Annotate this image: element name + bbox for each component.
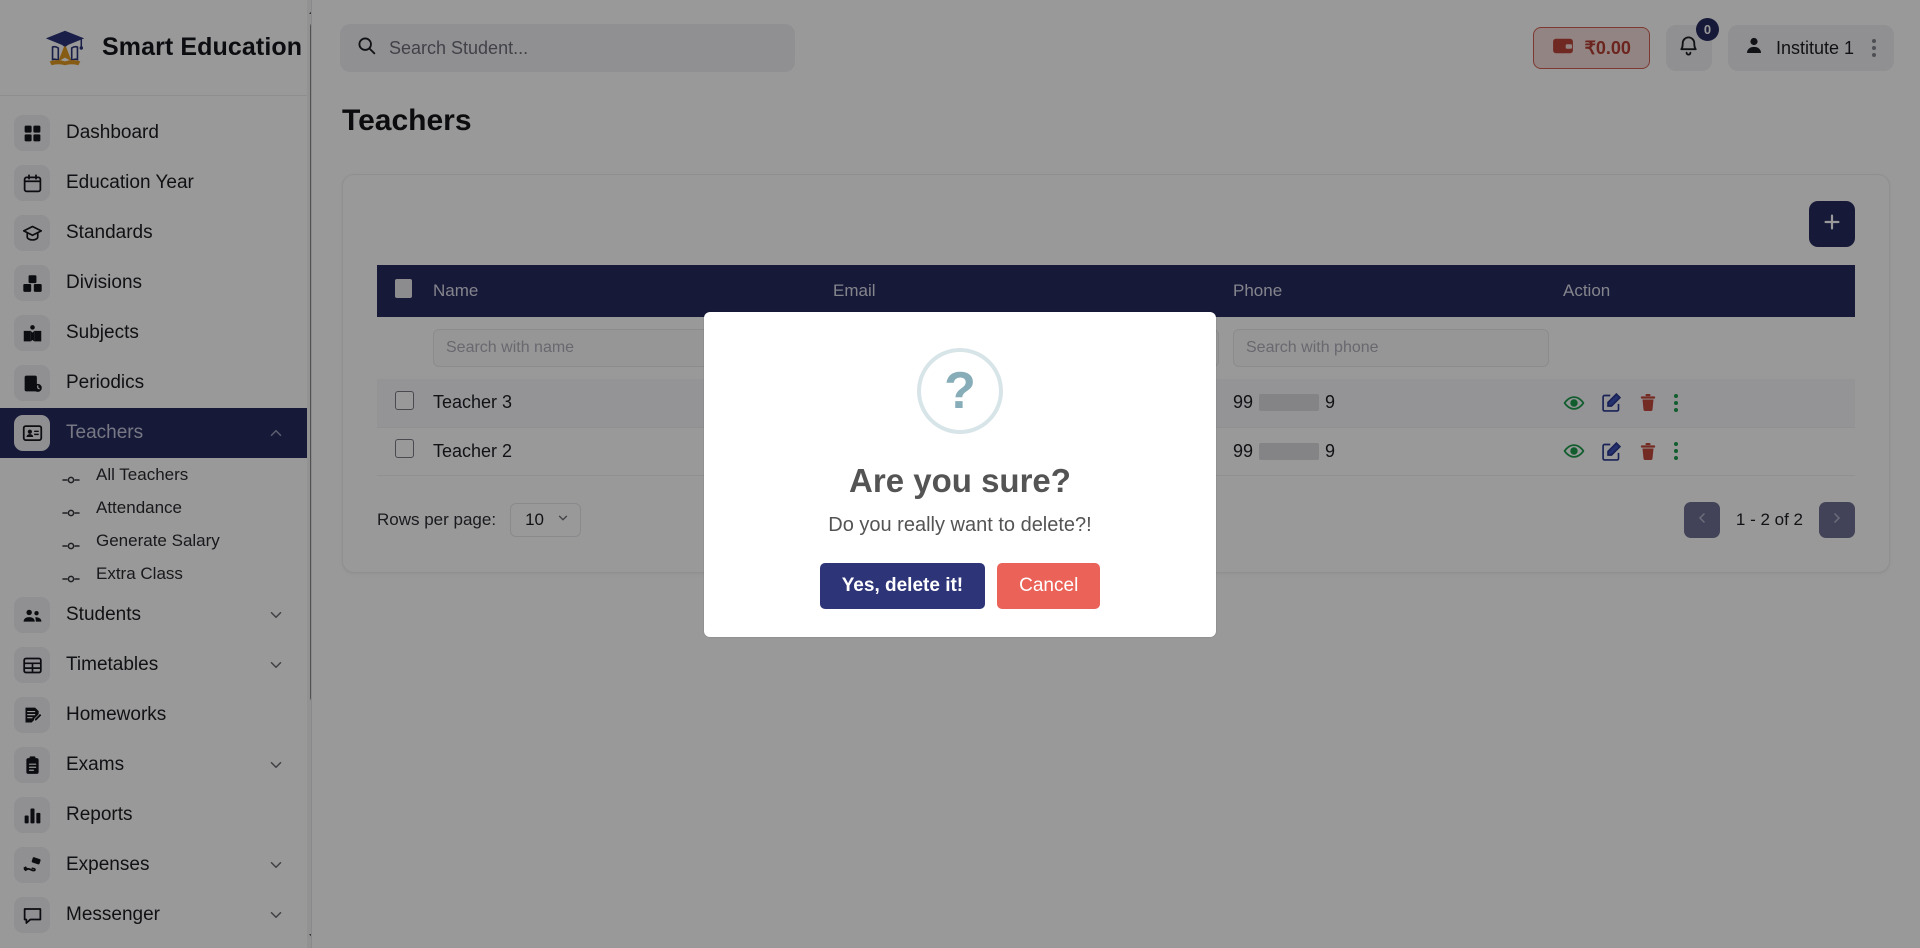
cancel-button[interactable]: Cancel	[997, 563, 1101, 609]
dialog-title: Are you sure?	[849, 462, 1071, 499]
question-mark-glyph: ?	[944, 362, 976, 420]
dialog-actions: Yes, delete it! Cancel	[819, 563, 1101, 609]
delete-confirmation-dialog: ? Are you sure? Do you really want to de…	[704, 312, 1216, 637]
question-mark-icon: ?	[917, 348, 1003, 434]
dialog-message: Do you really want to delete?!	[828, 514, 1092, 536]
confirm-delete-button[interactable]: Yes, delete it!	[819, 563, 986, 609]
